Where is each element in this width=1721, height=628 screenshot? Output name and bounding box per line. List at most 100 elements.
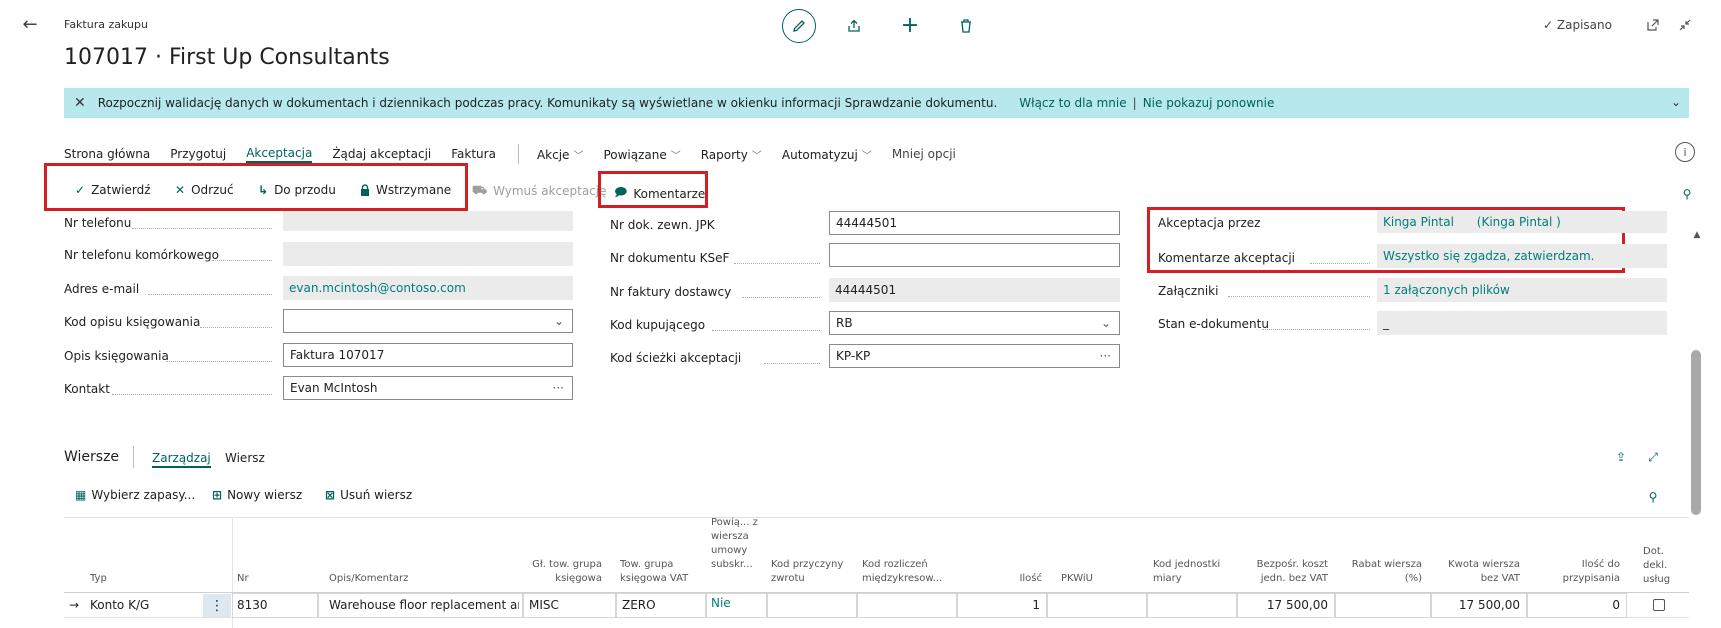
tab-home[interactable]: Strona główna — [64, 147, 150, 161]
lines-tab-manage[interactable]: Zarządzaj — [152, 451, 211, 468]
ksef-doc-label: Nr dokumentu KSeF — [610, 251, 730, 265]
dont-show-again-link[interactable]: Nie pokazuj ponownie — [1143, 96, 1275, 110]
enable-validation-link[interactable]: Włącz to dla mnie — [1019, 96, 1126, 110]
label-leader — [1228, 296, 1370, 297]
cell-discount-box — [1335, 593, 1431, 618]
ext-doc-jpk-input[interactable]: 44444501 — [829, 211, 1120, 235]
approved-by-field[interactable]: Kinga Pintal (Kinga Pintal ) — [1377, 211, 1667, 233]
approve-label: Zatwierdź — [91, 183, 151, 197]
comments-button[interactable]: 🗩 Komentarze — [614, 183, 705, 204]
col-header-discount[interactable]: Rabat wiersza (%) — [1342, 558, 1422, 586]
cell-no[interactable]: 8130 — [237, 598, 268, 612]
approval-comments-field[interactable]: Wszystko się zgadza, zatwierdzam. — [1377, 244, 1667, 268]
approval-path-input[interactable]: KP-KP ··· — [829, 344, 1120, 368]
contact-input[interactable]: Evan McIntosh ··· — [283, 376, 573, 400]
tab-request-approval[interactable]: Żądaj akceptacji — [332, 147, 431, 161]
ext-doc-jpk-label: Nr dok. zewn. JPK — [610, 218, 715, 232]
cell-linked-subscription[interactable]: Nie — [711, 596, 731, 610]
col-header-no[interactable]: Nr — [237, 572, 249, 586]
scrollbar-thumb[interactable] — [1691, 350, 1701, 515]
reject-button[interactable]: ✕ Odrzuć — [175, 183, 234, 197]
cell-gen-prod-group[interactable]: MISC — [529, 598, 559, 612]
col-header-uom[interactable]: Kod jednostki miary — [1153, 558, 1233, 586]
col-header-unit-cost[interactable]: Bezpośr. koszt jedn. bez VAT — [1240, 558, 1328, 586]
delegate-button[interactable]: ↳ Do przodu — [258, 183, 336, 197]
new-line-button[interactable]: ⊞ Nowy wiersz — [212, 488, 302, 502]
posting-desc-code-label: Kod opisu księgowania — [64, 315, 201, 329]
lines-expand-button[interactable]: ⤢ — [1643, 447, 1663, 467]
mobile-field[interactable] — [283, 242, 573, 266]
delete-line-button[interactable]: ⊠ Usuń wiersz — [325, 488, 412, 502]
col-header-pkwiu[interactable]: PKWiU — [1061, 572, 1093, 586]
menu-related[interactable]: Powiązane ﹀ — [603, 147, 680, 162]
posting-desc-code-select[interactable]: ⌄ — [283, 309, 573, 333]
open-in-new-window-button[interactable] — [1643, 15, 1663, 35]
tab-invoice[interactable]: Faktura — [451, 147, 496, 161]
tab-prepare[interactable]: Przygotuj — [170, 147, 226, 161]
share-icon: ⇪ — [1615, 450, 1627, 464]
col-header-amount[interactable]: Kwota wiersza bez VAT — [1435, 558, 1520, 586]
cell-type[interactable]: Konto K/G — [90, 598, 149, 612]
col-header-linked-subscription[interactable]: Powią... z wiersza umowy subskr... — [711, 516, 759, 572]
col-header-gen-prod-group[interactable]: Gł. tow. grupa księgowa — [512, 558, 602, 586]
row-menu-button[interactable]: ⋮ — [203, 594, 231, 617]
pin-button[interactable]: ⚲ — [1677, 184, 1697, 204]
menu-reports[interactable]: Raporty ﹀ — [701, 147, 762, 162]
lines-pin-button[interactable]: ⚲ — [1643, 487, 1663, 507]
lines-section-title[interactable]: Wiersze — [64, 449, 119, 465]
collapse-button[interactable] — [1675, 15, 1695, 35]
phone-field[interactable] — [283, 211, 573, 231]
menu-automate[interactable]: Automatyzuj ﹀ — [782, 147, 872, 162]
col-header-type[interactable]: Typ — [90, 572, 107, 586]
fewer-options-button[interactable]: Mniej opcji — [892, 147, 956, 161]
lines-share-button[interactable]: ⇪ — [1611, 447, 1631, 467]
ellipsis-icon[interactable]: ··· — [553, 381, 564, 395]
cell-unit-cost[interactable]: 17 500,00 — [1240, 598, 1328, 612]
label-leader — [764, 363, 820, 364]
col-header-vat-prod-group[interactable]: Tow. grupa księgowa VAT — [620, 558, 700, 586]
col-header-extra[interactable]: Dot. dekl. usług — [1643, 545, 1683, 587]
col-header-qty-to-assign[interactable]: Ilość do przypisania — [1535, 558, 1620, 586]
page-type-caption: Faktura zakupu — [64, 18, 148, 31]
contact-label: Kontakt — [64, 382, 110, 396]
hold-button[interactable]: Wstrzymane — [360, 183, 451, 197]
ksef-doc-input[interactable] — [829, 243, 1120, 267]
page-title: 107017 · First Up Consultants — [64, 45, 390, 70]
vendor-invoice-field[interactable]: 44444501 — [829, 278, 1120, 302]
delete-button[interactable] — [954, 14, 978, 38]
tab-approval[interactable]: Akceptacja — [246, 146, 313, 163]
cell-description[interactable]: Warehouse floor replacement an... — [329, 598, 519, 612]
menu-actions[interactable]: Akcje ﹀ — [537, 147, 583, 162]
info-button[interactable]: i — [1675, 142, 1695, 162]
ellipsis-icon[interactable]: ··· — [1100, 349, 1111, 363]
label-leader — [132, 228, 272, 229]
cell-vat-prod-group[interactable]: ZERO — [622, 598, 656, 612]
close-icon[interactable]: ✕ — [74, 95, 86, 111]
col-header-ic-code[interactable]: Kod rozliczeń międzykresow... — [862, 558, 952, 586]
chevron-down-icon[interactable]: ⌄ — [1671, 95, 1681, 109]
cell-checkbox[interactable] — [1653, 599, 1665, 611]
posting-desc-input[interactable]: Faktura 107017 — [283, 343, 573, 367]
email-field[interactable]: evan.mcintosh@contoso.com — [283, 276, 573, 300]
approve-button[interactable]: ✓ Zatwierdź — [75, 183, 151, 197]
share-button[interactable] — [842, 14, 866, 38]
edit-button[interactable] — [782, 9, 816, 43]
select-items-button[interactable]: ▦ Wybierz zapasy... — [75, 488, 195, 502]
attachments-field[interactable]: 1 załączonych plików — [1377, 278, 1667, 302]
menu-actions-label: Akcje — [536, 147, 570, 162]
scroll-up-arrow[interactable]: ▲ — [1690, 228, 1704, 242]
purchaser-code-value: RB — [836, 316, 853, 330]
cell-amount[interactable]: 17 500,00 — [1435, 598, 1520, 612]
col-header-quantity[interactable]: Ilość — [1000, 572, 1042, 586]
back-button[interactable]: ← — [16, 10, 44, 38]
col-header-return-reason[interactable]: Kod przyczyny zwrotu — [771, 558, 851, 586]
new-button[interactable]: + — [898, 13, 922, 38]
notification-banner: ✕ Rozpocznij walidację danych w dokument… — [64, 88, 1689, 118]
cell-quantity[interactable]: 1 — [960, 598, 1040, 612]
lines-tab-line[interactable]: Wiersz — [225, 451, 265, 465]
purchaser-code-select[interactable]: RB ⌄ — [829, 311, 1120, 335]
cell-qty-to-assign[interactable]: 0 — [1535, 598, 1620, 612]
col-header-description[interactable]: Opis/Komentarz — [329, 572, 408, 586]
edoc-status-field[interactable]: _ — [1377, 311, 1667, 335]
chevron-down-icon: ⌄ — [1100, 316, 1111, 330]
